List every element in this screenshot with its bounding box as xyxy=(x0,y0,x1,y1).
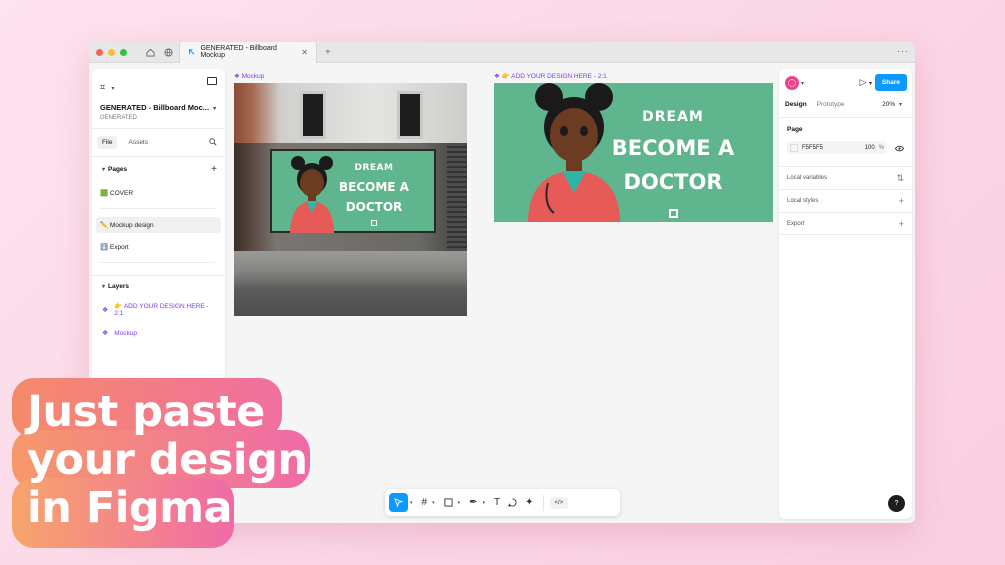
new-tab-button[interactable]: + xyxy=(317,47,339,58)
page-fill-field[interactable]: F5F5F5 100 % xyxy=(787,141,887,154)
pages-header[interactable]: ▾ Pages + xyxy=(92,164,225,175)
comment-tool-icon[interactable] xyxy=(505,493,520,512)
dev-mode-toggle[interactable]: </> xyxy=(549,496,569,509)
chevron-down-icon[interactable]: ▾ xyxy=(801,80,804,87)
fill-opacity-value[interactable]: 100 xyxy=(865,145,875,151)
color-swatch[interactable] xyxy=(790,143,798,152)
add-export-icon[interactable]: + xyxy=(899,219,904,229)
zoom-dropdown[interactable]: 20% ▾ xyxy=(882,101,902,108)
billboard-text: DREAM BECOME A DOCTOR xyxy=(328,163,420,226)
local-variables-row[interactable]: Local variables ⇅ xyxy=(779,166,912,189)
frame-tool-icon[interactable]: # xyxy=(419,493,431,512)
present-play-icon[interactable]: ▷ ▾ xyxy=(860,77,872,88)
divider xyxy=(100,262,215,263)
home-icon[interactable] xyxy=(141,42,159,63)
billboard-in-mockup: DREAM BECOME A DOCTOR xyxy=(270,149,436,233)
maximize-window-button[interactable] xyxy=(120,48,127,56)
fill-hex-value[interactable]: F5F5F5 xyxy=(802,145,823,151)
file-project: GENERATED xyxy=(100,115,137,121)
sliders-icon[interactable]: ⇅ xyxy=(896,173,904,184)
tab-prototype[interactable]: Prototype xyxy=(817,101,845,108)
file-title[interactable]: GENERATED - Billboard Moc... ▾ xyxy=(100,103,217,112)
component-icon: ❖ xyxy=(234,73,240,80)
divider xyxy=(542,494,544,511)
sidewalk xyxy=(234,251,467,316)
divider xyxy=(92,275,225,276)
divider xyxy=(100,208,215,209)
pen-tool-icon[interactable]: ✒ xyxy=(466,493,480,512)
layer-item-mockup[interactable]: ❖ Mockup xyxy=(92,323,225,343)
component-icon: ❖ xyxy=(102,306,109,314)
bottom-toolbar: ▾ # ▾ ▾ ✒ ▾ T ✦ </> xyxy=(385,489,620,516)
building-window xyxy=(300,91,326,139)
divider xyxy=(92,128,225,129)
help-button[interactable]: ? xyxy=(888,495,905,512)
chevron-down-icon[interactable]: ▾ xyxy=(410,500,413,506)
right-sidebar: ▾ ▷ ▾ Share Design Prototype 20% ▾ Page … xyxy=(779,69,912,519)
share-button[interactable]: Share xyxy=(874,74,907,91)
export-row[interactable]: Export + xyxy=(779,212,912,235)
globe-icon[interactable] xyxy=(159,42,177,63)
window-controls xyxy=(89,48,127,56)
tab-design[interactable]: Design xyxy=(785,101,807,108)
minimize-window-button[interactable] xyxy=(108,48,115,56)
page-item-cover[interactable]: 🟩 COVER xyxy=(92,184,225,202)
close-window-button[interactable] xyxy=(96,48,103,56)
move-tool-icon[interactable] xyxy=(389,493,408,512)
component-icon: ❖ xyxy=(102,330,109,337)
eye-icon[interactable] xyxy=(894,145,905,154)
promo-headline: Just paste your design in Figma xyxy=(27,387,308,533)
rolling-shutter xyxy=(447,143,467,251)
actions-sparkle-icon[interactable]: ✦ xyxy=(522,493,536,512)
tab-title: GENERATED - Billboard Mockup xyxy=(200,45,277,59)
chevron-down-icon[interactable]: ▾ xyxy=(112,86,115,92)
frame-label-design[interactable]: ❖ 👉 ADD YOUR DESIGN HERE - 2:1 xyxy=(494,72,607,80)
page-item-mockup-design[interactable]: ✏️ Mockup design xyxy=(96,217,221,233)
building-wall xyxy=(234,83,467,143)
figma-file-icon xyxy=(189,49,195,55)
chevron-down-icon[interactable]: ▾ xyxy=(483,500,486,506)
divider xyxy=(92,156,225,157)
layers-header[interactable]: ▾ Layers xyxy=(92,283,225,290)
text-tool-icon[interactable]: T xyxy=(491,493,503,512)
sidebar-toggle-icon[interactable] xyxy=(207,77,217,85)
chevron-down-icon[interactable]: ▾ xyxy=(432,500,435,506)
title-bar: GENERATED - Billboard Mockup ✕ + ··· xyxy=(89,42,915,63)
building-window xyxy=(397,91,423,139)
frame-label-mockup[interactable]: ❖ Mockup xyxy=(234,72,264,80)
tab-file[interactable]: File xyxy=(97,136,118,149)
close-tab-icon[interactable]: ✕ xyxy=(301,48,308,57)
chevron-down-icon[interactable]: ▾ xyxy=(458,500,461,506)
design-frame[interactable]: DREAM BECOME A DOCTOR xyxy=(494,83,773,222)
rectangle-tool-icon[interactable] xyxy=(441,493,456,512)
local-styles-row[interactable]: Local styles + xyxy=(779,189,912,212)
component-icon: ❖ xyxy=(494,73,500,80)
search-icon[interactable] xyxy=(209,138,217,148)
add-page-button[interactable]: + xyxy=(211,164,217,175)
add-style-icon[interactable]: + xyxy=(899,196,904,206)
page-item-export[interactable]: ⬇️ Export xyxy=(92,238,225,256)
avatar[interactable] xyxy=(785,76,799,90)
tab-assets[interactable]: Assets xyxy=(123,136,153,149)
mockup-frame[interactable]: DREAM BECOME A DOCTOR xyxy=(234,83,467,316)
tab-billboard-mockup[interactable]: GENERATED - Billboard Mockup ✕ xyxy=(179,42,317,63)
logo-square-icon xyxy=(668,209,678,218)
layer-item-design-frame[interactable]: ❖ 👉 ADD YOUR DESIGN HERE - 2:1 xyxy=(92,296,225,323)
logo-square-icon xyxy=(371,220,377,226)
billboard-text: DREAM BECOME A DOCTOR xyxy=(603,109,743,218)
main-menu-icon[interactable]: ⌗ xyxy=(100,82,105,92)
page-section-label: Page xyxy=(787,126,803,133)
more-icon[interactable]: ··· xyxy=(897,46,909,56)
